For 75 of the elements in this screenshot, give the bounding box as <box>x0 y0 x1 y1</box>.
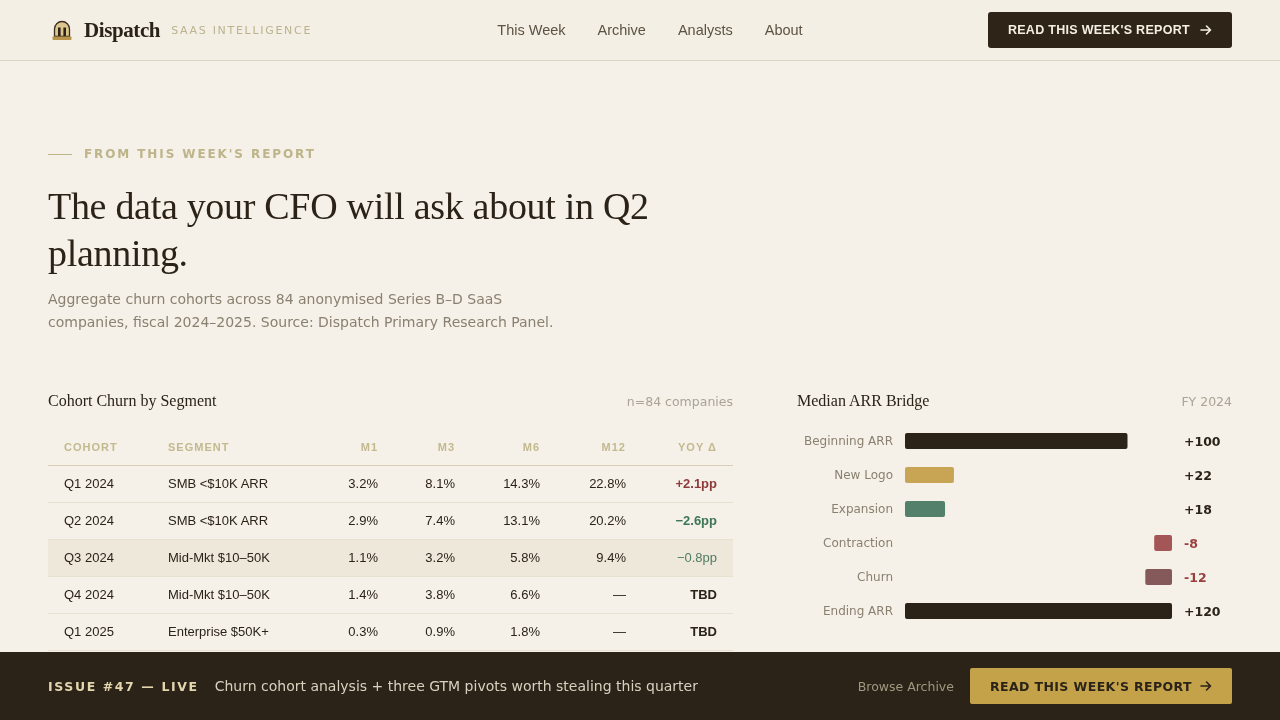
headline: The data your CFO will ask about in Q2 planning. <box>48 184 650 276</box>
table-cell: 3.8% <box>394 576 471 613</box>
value-label: -12 <box>1184 569 1207 585</box>
table-cell: 5.8% <box>471 539 556 576</box>
category-label: Expansion <box>831 502 893 516</box>
column-header: M6 <box>471 429 556 465</box>
table-cell: — <box>556 613 642 650</box>
nav-link[interactable]: This Week <box>497 22 566 38</box>
table-cell: Q3 2024 <box>48 539 152 576</box>
table-cell: 8.1% <box>394 465 471 502</box>
column-header: M12 <box>556 429 642 465</box>
table-cell: Enterprise $50K+ <box>152 613 302 650</box>
summary-text: Aggregate churn cohorts across 84 anonymised Series B–D SaaS companies, fiscal 2024–2025. Source: Dispatch Primary Research Panel. <box>48 290 555 332</box>
table-cell: 3.2% <box>394 539 471 576</box>
table-cell: +2.1pp <box>642 465 733 502</box>
table-cell: SMB <$10K ARR <box>152 465 302 502</box>
table-cell: 2.9% <box>302 502 394 539</box>
category-label: Contraction <box>823 536 893 550</box>
table-cell: 7.4% <box>394 502 471 539</box>
table-cell: 9.4% <box>556 539 642 576</box>
category-label: Beginning ARR <box>803 434 893 448</box>
table-cell: 22.8% <box>556 465 642 502</box>
table-cell: 1.4% <box>302 576 394 613</box>
value-label: +18 <box>1184 501 1212 517</box>
column-header: M1 <box>302 429 394 465</box>
value-label: -8 <box>1184 535 1198 551</box>
table-cell: Q1 2024 <box>48 465 152 502</box>
column-header: COHORT <box>48 429 152 465</box>
brand-tagline: SAAS INTELLIGENCE <box>171 23 313 37</box>
arrow-right-icon <box>1200 24 1212 36</box>
chart-period: FY 2024 <box>1181 393 1232 409</box>
sample-note: n=84 companies <box>626 393 733 409</box>
value-label: +22 <box>1184 467 1212 483</box>
table-cell: 6.6% <box>471 576 556 613</box>
table-cell: 1.1% <box>302 539 394 576</box>
arrow-right-icon <box>1200 680 1212 692</box>
table-cell: 1.8% <box>471 613 556 650</box>
table-cell: — <box>556 576 642 613</box>
table-cell: 0.3% <box>302 613 394 650</box>
columns-emblem-icon <box>51 19 73 41</box>
issue-headline: Churn cohort analysis + three GTM pivots worth stealing this quarter <box>214 678 698 694</box>
browse-archive-link[interactable]: Browse Archive <box>857 678 954 694</box>
table-cell: −0.8pp <box>642 539 733 576</box>
table-cell: Q1 2025 <box>48 613 152 650</box>
nav-link[interactable]: Archive <box>597 22 646 38</box>
value-label: +120 <box>1184 603 1221 619</box>
table-cell: 3.2% <box>302 465 394 502</box>
category-label: Churn <box>857 570 893 584</box>
table-cell: Q2 2024 <box>48 502 152 539</box>
nav-link[interactable]: About <box>764 22 803 38</box>
table-cell: 13.1% <box>471 502 556 539</box>
read-report-button[interactable]: READ THIS WEEK'S REPORT <box>987 12 1232 48</box>
table-cell: Mid-Mkt $10–50K <box>152 539 302 576</box>
column-header: SEGMENT <box>152 429 302 465</box>
category-label: New Logo <box>834 468 893 482</box>
table-cell: 0.9% <box>394 613 471 650</box>
brand-name: Dispatch <box>84 17 161 43</box>
category-label: Ending ARR <box>822 604 893 618</box>
chart-title: Median ARR Bridge <box>797 392 930 410</box>
nav-link[interactable]: Analysts <box>677 22 733 38</box>
column-header: M3 <box>394 429 471 465</box>
table-cell: Mid-Mkt $10–50K <box>152 576 302 613</box>
value-label: +100 <box>1184 433 1221 449</box>
table-cell: TBD <box>642 613 733 650</box>
issue-label: ISSUE #47 — LIVE <box>48 678 199 694</box>
table-title: Cohort Churn by Segment <box>48 392 217 410</box>
table-cell: SMB <$10K ARR <box>152 502 302 539</box>
column-header: YOY Δ <box>642 429 733 465</box>
table-cell: TBD <box>642 576 733 613</box>
table-cell: −2.6pp <box>642 502 733 539</box>
read-report-button[interactable]: READ THIS WEEK'S REPORT <box>969 668 1232 704</box>
table-cell: 20.2% <box>556 502 642 539</box>
eyebrow-label: FROM THIS WEEK'S REPORT <box>84 147 316 161</box>
table-cell: Q4 2024 <box>48 576 152 613</box>
table-cell: 14.3% <box>471 465 556 502</box>
